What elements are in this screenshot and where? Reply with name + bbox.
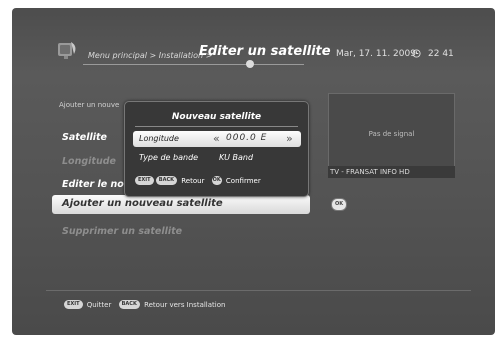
page-title: Editer un satellite <box>199 44 331 59</box>
longitude-value: 000.0 E <box>226 133 268 143</box>
dialog-footer: EXIT BACK Retour OK Confirmer <box>135 176 266 188</box>
ok-button-icon: OK <box>331 198 347 211</box>
back-label: Retour <box>181 176 205 185</box>
menu-subheading: Ajouter un nouve <box>59 101 120 109</box>
menu-item-label: Ajouter un nouveau satellite <box>62 198 223 209</box>
channel-bar: TV - FRANSAT INFO HD <box>328 166 455 178</box>
footer-bar: EXIT Quitter BACK Retour vers Installati… <box>64 300 230 309</box>
satellite-dish-icon <box>58 42 76 59</box>
date-display: Mar, 17. 11. 2009 <box>336 49 416 59</box>
exit-key-icon[interactable]: EXIT <box>135 176 154 185</box>
dialog-title: Nouveau satellite <box>171 112 262 122</box>
menu-item-add-satellite[interactable]: Ajouter un nouveau satellite OK <box>52 195 347 214</box>
footer-divider <box>46 290 471 291</box>
menu-item-delete-satellite[interactable]: Supprimer un satellite <box>62 226 182 237</box>
preview-window: Pas de signal <box>328 93 455 167</box>
new-satellite-dialog: Nouveau satellite Longitude « 000.0 E » … <box>124 101 309 197</box>
header-indicator-dot <box>246 60 254 68</box>
time-display: 22 41 <box>428 49 454 59</box>
header-divider <box>83 64 304 65</box>
chevron-right-icon[interactable]: » <box>286 132 293 145</box>
menu-item-edit-name[interactable]: Editer le nom <box>62 179 134 190</box>
back-to-install-label: Retour vers Installation <box>144 300 226 309</box>
back-key-icon[interactable]: BACK <box>155 176 178 185</box>
breadcrumb: Menu principal > Installation > <box>88 51 213 60</box>
longitude-label: Longitude <box>139 134 179 143</box>
ok-key-icon[interactable]: OK <box>211 176 222 185</box>
channel-name: TV - FRANSAT INFO HD <box>330 168 410 176</box>
back-key-icon[interactable]: BACK <box>118 300 140 309</box>
clock-icon <box>412 49 421 58</box>
quit-label: Quitter <box>86 300 112 309</box>
exit-key-icon[interactable]: EXIT <box>64 300 83 309</box>
confirm-label: Confirmer <box>225 176 261 185</box>
band-type-value: KU Band <box>219 153 254 162</box>
menu-item-longitude[interactable]: Longitude <box>62 156 116 167</box>
longitude-field[interactable]: Longitude « 000.0 E » <box>133 131 301 147</box>
dialog-divider <box>135 126 298 127</box>
menu-item-satellite[interactable]: Satellite <box>62 132 107 143</box>
chevron-left-icon[interactable]: « <box>213 132 220 145</box>
band-type-field[interactable]: Type de bande KU Band <box>139 153 253 162</box>
band-type-label: Type de bande <box>139 153 199 162</box>
no-signal-text: Pas de signal <box>368 130 415 138</box>
